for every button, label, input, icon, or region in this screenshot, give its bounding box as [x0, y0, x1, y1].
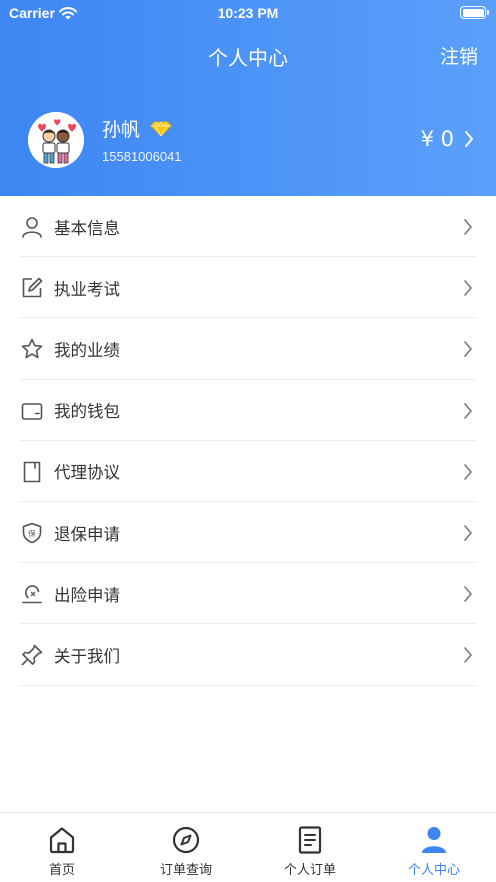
order-icon — [298, 826, 322, 854]
user-name-row: 孙帆 — [102, 115, 172, 142]
chevron-right-icon — [464, 341, 472, 358]
logout-button[interactable]: 注销 — [440, 42, 478, 69]
person-icon — [422, 827, 446, 853]
shield-icon: 保 — [22, 522, 42, 544]
chevron-right-icon — [464, 280, 472, 296]
wallet-icon — [21, 402, 43, 420]
tab-home[interactable]: 首页 — [0, 813, 124, 882]
menu-item-label: 我的钱包 — [54, 402, 120, 422]
menu-item-exam[interactable]: 执业考试 — [0, 257, 496, 319]
claim-icon — [22, 585, 42, 604]
vip-diamond-icon — [150, 121, 172, 137]
status-bar: Carrier 10:23 PM — [0, 0, 496, 26]
document-icon — [23, 461, 41, 483]
tab-label: 个人订单 — [283, 863, 336, 878]
menu-item-performance[interactable]: 我的业绩 — [0, 318, 496, 380]
menu-item-wallet[interactable]: 我的钱包 — [0, 380, 496, 441]
menu-item-label: 执业考试 — [54, 279, 120, 299]
chevron-right-icon — [464, 463, 472, 480]
user-icon — [22, 217, 42, 238]
menu-item-label: 关于我们 — [54, 646, 120, 666]
tab-label: 首页 — [48, 863, 75, 878]
menu-item-label: 退保申请 — [54, 524, 120, 544]
compass-icon — [172, 826, 200, 854]
star-icon — [21, 339, 43, 359]
tab-personal-orders[interactable]: 个人订单 — [248, 813, 372, 882]
menu-item-surrender[interactable]: 保 退保申请 — [0, 502, 496, 564]
menu-item-label: 代理协议 — [54, 463, 120, 483]
tab-label: 订单查询 — [159, 863, 212, 878]
status-time: 10:23 PM — [217, 5, 279, 21]
tab-label: 个人中心 — [407, 863, 460, 878]
bottom-tab-bar: 首页 订单查询 个人订单 个人中心 — [0, 812, 496, 882]
menu-item-label: 基本信息 — [54, 218, 120, 238]
menu-item-agreement[interactable]: 代理协议 — [0, 441, 496, 503]
balance-amount: ¥ 0 — [420, 127, 454, 151]
avatar[interactable] — [28, 112, 84, 168]
user-phone: 15581006041 — [102, 149, 182, 164]
svg-text:保: 保 — [28, 529, 36, 538]
profile-menu: 基本信息 执业考试 我的业绩 我的钱包 代理协议 保 退保申请 出险申请 关于我… — [0, 196, 496, 686]
edit-icon — [22, 277, 43, 298]
battery-icon — [460, 6, 489, 19]
user-name: 孙帆 — [102, 119, 141, 141]
avatar-couple-icon — [28, 112, 84, 168]
balance-link[interactable]: ¥ 0 — [421, 127, 474, 151]
pin-icon — [21, 645, 43, 666]
chevron-right-icon — [464, 525, 472, 541]
menu-item-label: 出险申请 — [54, 585, 120, 605]
menu-item-basic-info[interactable]: 基本信息 — [0, 196, 496, 258]
tab-personal-center[interactable]: 个人中心 — [372, 813, 496, 882]
profile-header: Carrier 10:23 PM 个人中心 注销 孙帆 15581006041 … — [0, 0, 496, 196]
chevron-right-icon — [464, 219, 472, 235]
home-icon — [49, 827, 75, 854]
menu-item-claim[interactable]: 出险申请 — [0, 563, 496, 625]
tab-order-query[interactable]: 订单查询 — [124, 813, 248, 882]
menu-item-about[interactable]: 关于我们 — [0, 624, 496, 686]
page-title: 个人中心 — [208, 46, 288, 70]
chevron-right-icon — [465, 131, 473, 147]
chevron-right-icon — [464, 647, 472, 664]
chevron-right-icon — [464, 402, 472, 419]
chevron-right-icon — [464, 586, 472, 602]
menu-item-label: 我的业绩 — [54, 340, 120, 360]
